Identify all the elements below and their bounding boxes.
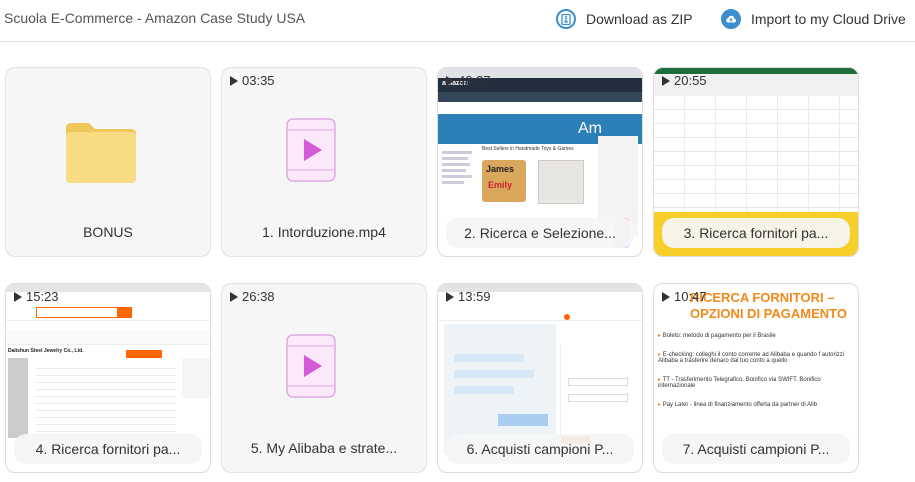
slide-bullet: ▸ Pay Later - linea di finanziamento off… xyxy=(658,402,818,408)
play-icon xyxy=(662,75,670,86)
duration-text: 03:35 xyxy=(242,73,275,88)
toy-text: Emily xyxy=(488,180,513,190)
duration-text: 10:47 xyxy=(674,289,707,304)
item-name: 1. Intorduzione.mp4 xyxy=(262,224,386,240)
video-card-7[interactable]: RICERCA FORNITORI – OPZIONI DI PAGAMENTO… xyxy=(653,283,859,473)
import-cloud-button[interactable]: Import to my Cloud Drive xyxy=(721,7,906,31)
item-name: 5. My Alibaba e strate... xyxy=(250,440,398,456)
top-bar: Scuola E-Commerce - Amazon Case Study US… xyxy=(0,0,915,42)
video-card-5[interactable]: 26:38 5. My Alibaba e strate... xyxy=(221,283,427,473)
download-zip-button[interactable]: Download as ZIP xyxy=(556,7,693,31)
slide-title: RICERCA FORNITORI – xyxy=(690,290,835,305)
duration-badge: 20:55 xyxy=(662,73,707,88)
video-file-icon xyxy=(286,334,336,398)
play-icon xyxy=(446,75,454,86)
folder-icon xyxy=(66,123,136,183)
slide-title: OPZIONI DI PAGAMENTO xyxy=(690,306,847,321)
play-icon xyxy=(662,291,670,302)
duration-badge: 03:35 xyxy=(230,73,275,88)
folder-card-bonus[interactable]: BONUS xyxy=(5,67,211,257)
duration-text: 20:55 xyxy=(674,73,707,88)
slide-bullet: ▸ E-checking: colleghi il conto corrente… xyxy=(658,352,845,364)
import-cloud-label: Import to my Cloud Drive xyxy=(751,11,906,27)
item-name: 4. Ricerca fornitori pa... xyxy=(14,434,202,464)
page-title: Scuola E-Commerce - Amazon Case Study US… xyxy=(4,10,306,26)
slide-bullet: ▸ TT - Trasferimento Telegrafico. Bonifi… xyxy=(658,377,821,389)
duration-badge: 40:27 xyxy=(446,73,491,88)
duration-text: 15:23 xyxy=(26,289,59,304)
slide-bullet: ▸ Boleto: metodo di pagamento per il Bra… xyxy=(658,333,776,339)
duration-badge: 10:47 xyxy=(662,289,707,304)
play-icon xyxy=(446,291,454,302)
item-name: 2. Ricerca e Selezione... xyxy=(446,218,634,248)
cloud-upload-icon xyxy=(721,9,741,29)
play-icon xyxy=(14,291,22,302)
video-card-1[interactable]: 03:35 1. Intorduzione.mp4 xyxy=(221,67,427,257)
duration-text: 40:27 xyxy=(458,73,491,88)
video-file-icon xyxy=(286,118,336,182)
item-name: 6. Acquisti campioni P... xyxy=(446,434,634,464)
duration-badge: 26:38 xyxy=(230,289,275,304)
play-icon xyxy=(230,75,238,86)
video-card-3[interactable]: 20:55 3. Ricerca fornitori pa... xyxy=(653,67,859,257)
duration-text: 13:59 xyxy=(458,289,491,304)
item-name: BONUS xyxy=(83,224,133,240)
item-name: 3. Ricerca fornitori pa... xyxy=(662,218,850,248)
play-icon xyxy=(230,291,238,302)
duration-text: 26:38 xyxy=(242,289,275,304)
video-card-4[interactable]: Dalishun Steel Jewelry Co., Ltd. 15:23 4… xyxy=(5,283,211,473)
toy-text: James xyxy=(486,164,515,174)
duration-badge: 13:59 xyxy=(446,289,491,304)
supplier-name: Dalishun Steel Jewelry Co., Ltd. xyxy=(8,348,84,354)
duration-badge: 15:23 xyxy=(14,289,59,304)
zip-download-icon xyxy=(556,9,576,29)
video-card-6[interactable]: 13:59 6. Acquisti campioni P... xyxy=(437,283,643,473)
video-card-2[interactable]: amazon Am Best Sellers in Handmade Toys … xyxy=(437,67,643,257)
item-name: 7. Acquisti campioni P... xyxy=(662,434,850,464)
handmade-heading: Best Sellers in Handmade Toys & Games xyxy=(482,146,574,152)
download-zip-label: Download as ZIP xyxy=(586,11,693,27)
